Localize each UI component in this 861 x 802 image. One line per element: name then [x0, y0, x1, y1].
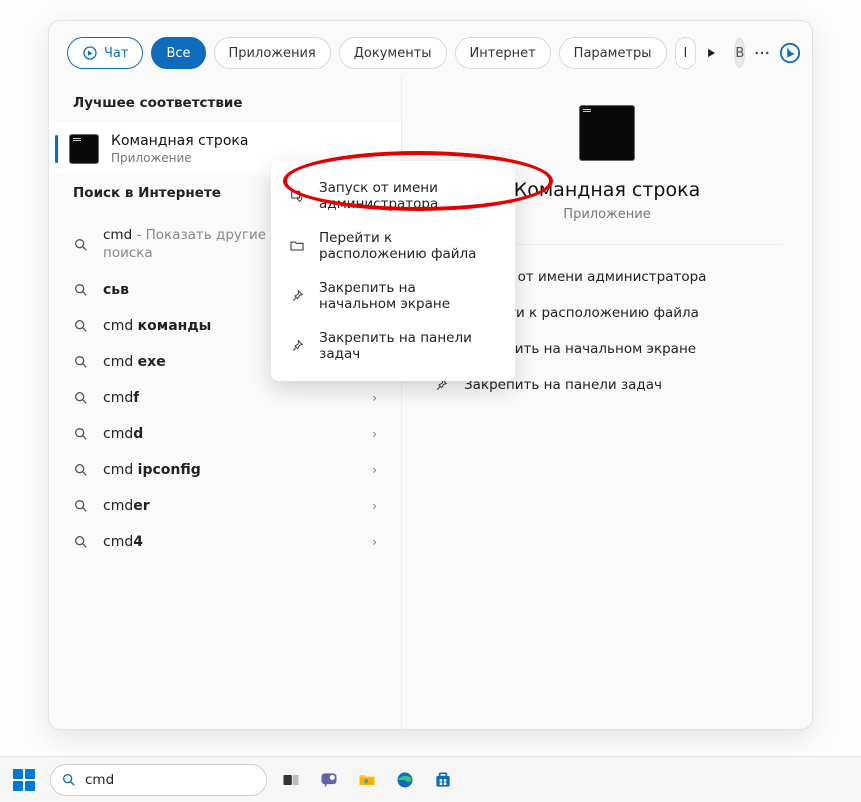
web-result-item[interactable]: cmd ipconfig ›	[53, 452, 397, 488]
windows-logo-tile	[13, 769, 23, 779]
details-title: Командная строка	[514, 179, 701, 201]
web-result-label: cmdd	[103, 426, 143, 442]
web-result-item[interactable]: cmd4 ›	[53, 524, 397, 560]
windows-logo-tile	[25, 769, 35, 779]
bing-chat-icon	[82, 45, 98, 61]
result-subtitle: Приложение	[111, 151, 248, 165]
search-icon	[61, 772, 77, 788]
cmd-app-icon	[69, 134, 99, 164]
search-icon	[73, 282, 89, 298]
search-icon	[73, 426, 89, 442]
search-icon	[73, 462, 89, 478]
details-subtitle: Приложение	[563, 207, 650, 222]
windows-search-panel: Чат Все Приложения Документы Интернет Па…	[48, 20, 813, 730]
web-result-label: cmd команды	[103, 318, 211, 334]
taskbar-store[interactable]	[427, 764, 459, 796]
web-result-label: cьв	[103, 282, 129, 298]
tab-all-label: Все	[166, 46, 190, 61]
search-icon	[73, 534, 89, 550]
tab-docs-label: Документы	[354, 46, 432, 61]
tab-web[interactable]: Интернет	[455, 37, 551, 69]
web-result-item[interactable]: cmdf ›	[53, 380, 397, 416]
ctx-pin-to-start[interactable]: Закрепить на начальном экране	[275, 271, 511, 321]
more-options-button[interactable]	[753, 38, 771, 68]
search-icon	[73, 498, 89, 514]
web-result-item[interactable]: cmder ›	[53, 488, 397, 524]
chevron-right-icon: ›	[372, 427, 377, 441]
chevron-right-icon: ›	[372, 463, 377, 477]
ctx-run-as-admin[interactable]: Запуск от имени администратора	[275, 171, 511, 221]
tab-truncated-label: I	[684, 46, 688, 61]
tab-docs[interactable]: Документы	[339, 37, 447, 69]
folder-icon	[289, 237, 305, 255]
search-icon	[73, 237, 89, 253]
web-result-label: cmdf	[103, 390, 139, 406]
avatar-letter: В	[735, 46, 744, 61]
tab-web-label: Интернет	[470, 46, 536, 61]
search-icon	[73, 354, 89, 370]
taskbar-taskview[interactable]	[275, 764, 307, 796]
start-button[interactable]	[6, 762, 42, 798]
play-icon	[704, 46, 718, 60]
taskbar-search[interactable]	[50, 764, 267, 796]
user-avatar[interactable]: В	[734, 38, 745, 68]
pin-icon	[289, 337, 305, 355]
chevron-right-icon: ›	[372, 499, 377, 513]
bing-button[interactable]	[779, 38, 801, 68]
folder-icon	[357, 770, 377, 790]
tab-apps-label: Приложения	[229, 46, 316, 61]
tab-chat[interactable]: Чат	[67, 37, 143, 69]
taskbar	[0, 756, 861, 802]
ellipsis-icon	[753, 44, 771, 62]
bing-icon	[779, 42, 801, 64]
web-result-label: cmd exe	[103, 354, 166, 370]
tabs-row: Чат Все Приложения Документы Интернет Па…	[49, 21, 812, 77]
cmd-app-icon-large	[579, 105, 635, 161]
pin-icon	[289, 287, 305, 305]
ctx-item-label: Запуск от имени администратора	[319, 180, 497, 212]
ctx-item-label: Перейти к расположению файла	[319, 230, 497, 262]
web-result-label: cmder	[103, 498, 150, 514]
edge-icon	[395, 770, 415, 790]
taskbar-search-input[interactable]	[85, 772, 256, 788]
taskbar-pinned-apps	[275, 764, 459, 796]
ctx-item-label: Закрепить на начальном экране	[319, 280, 497, 312]
chevron-right-icon: ›	[372, 535, 377, 549]
taskbar-file-explorer[interactable]	[351, 764, 383, 796]
context-menu: Запуск от имени администратора Перейти к…	[271, 161, 515, 381]
taskview-icon	[281, 770, 301, 790]
tab-truncated[interactable]: I	[675, 37, 697, 69]
tabs-scroll-right-button[interactable]	[704, 38, 718, 68]
ctx-open-file-location[interactable]: Перейти к расположению файла	[275, 221, 511, 271]
tab-params-label: Параметры	[574, 46, 652, 61]
best-match-heading: Лучшее соответствие	[49, 85, 401, 123]
taskbar-chat[interactable]	[313, 764, 345, 796]
ctx-item-label: Закрепить на панели задач	[319, 330, 497, 362]
web-result-item[interactable]: cmdd ›	[53, 416, 397, 452]
web-result-label: cmd4	[103, 534, 143, 550]
tab-chat-label: Чат	[104, 46, 128, 61]
windows-logo-tile	[25, 781, 35, 791]
taskbar-edge[interactable]	[389, 764, 421, 796]
shield-icon	[289, 187, 305, 205]
tab-params[interactable]: Параметры	[559, 37, 667, 69]
result-title: Командная строка	[111, 133, 248, 149]
result-text: Командная строка Приложение	[111, 133, 248, 165]
chat-icon	[319, 770, 339, 790]
store-icon	[433, 770, 453, 790]
search-icon	[73, 318, 89, 334]
tab-all[interactable]: Все	[151, 37, 205, 69]
chevron-right-icon: ›	[372, 391, 377, 405]
search-icon	[73, 390, 89, 406]
ctx-pin-to-taskbar[interactable]: Закрепить на панели задач	[275, 321, 511, 371]
tab-apps[interactable]: Приложения	[214, 37, 331, 69]
web-result-label: cmd ipconfig	[103, 462, 201, 478]
windows-logo-tile	[13, 781, 23, 791]
